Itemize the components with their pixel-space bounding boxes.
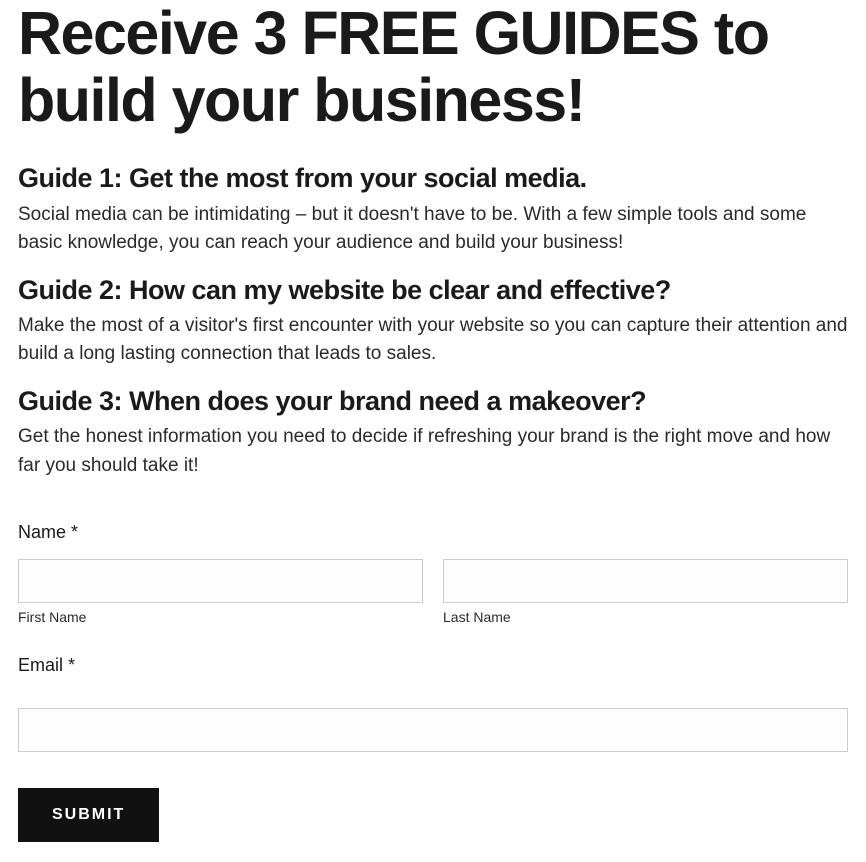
last-name-input[interactable]: [443, 559, 848, 603]
email-input[interactable]: [18, 708, 848, 752]
name-row: First Name Last Name: [18, 559, 848, 625]
email-label: Email *: [18, 655, 848, 676]
first-name-input[interactable]: [18, 559, 423, 603]
guide-3-title: Guide 3: When does your brand need a mak…: [18, 385, 848, 417]
first-name-col: First Name: [18, 559, 423, 625]
signup-form: Name * First Name Last Name Email * SUBM…: [18, 522, 848, 842]
email-group: Email *: [18, 655, 848, 752]
last-name-col: Last Name: [443, 559, 848, 625]
guide-1-description: Social media can be intimidating – but i…: [18, 201, 848, 258]
guide-1-title: Guide 1: Get the most from your social m…: [18, 162, 848, 194]
last-name-sublabel: Last Name: [443, 609, 848, 625]
guide-2-title: Guide 2: How can my website be clear and…: [18, 274, 848, 306]
name-label: Name *: [18, 522, 848, 543]
guide-3-description: Get the honest information you need to d…: [18, 423, 848, 480]
guide-2-description: Make the most of a visitor's first encou…: [18, 312, 848, 369]
submit-button[interactable]: SUBMIT: [18, 788, 159, 842]
page-title: Receive 3 FREE GUIDES to build your busi…: [18, 0, 848, 134]
first-name-sublabel: First Name: [18, 609, 423, 625]
